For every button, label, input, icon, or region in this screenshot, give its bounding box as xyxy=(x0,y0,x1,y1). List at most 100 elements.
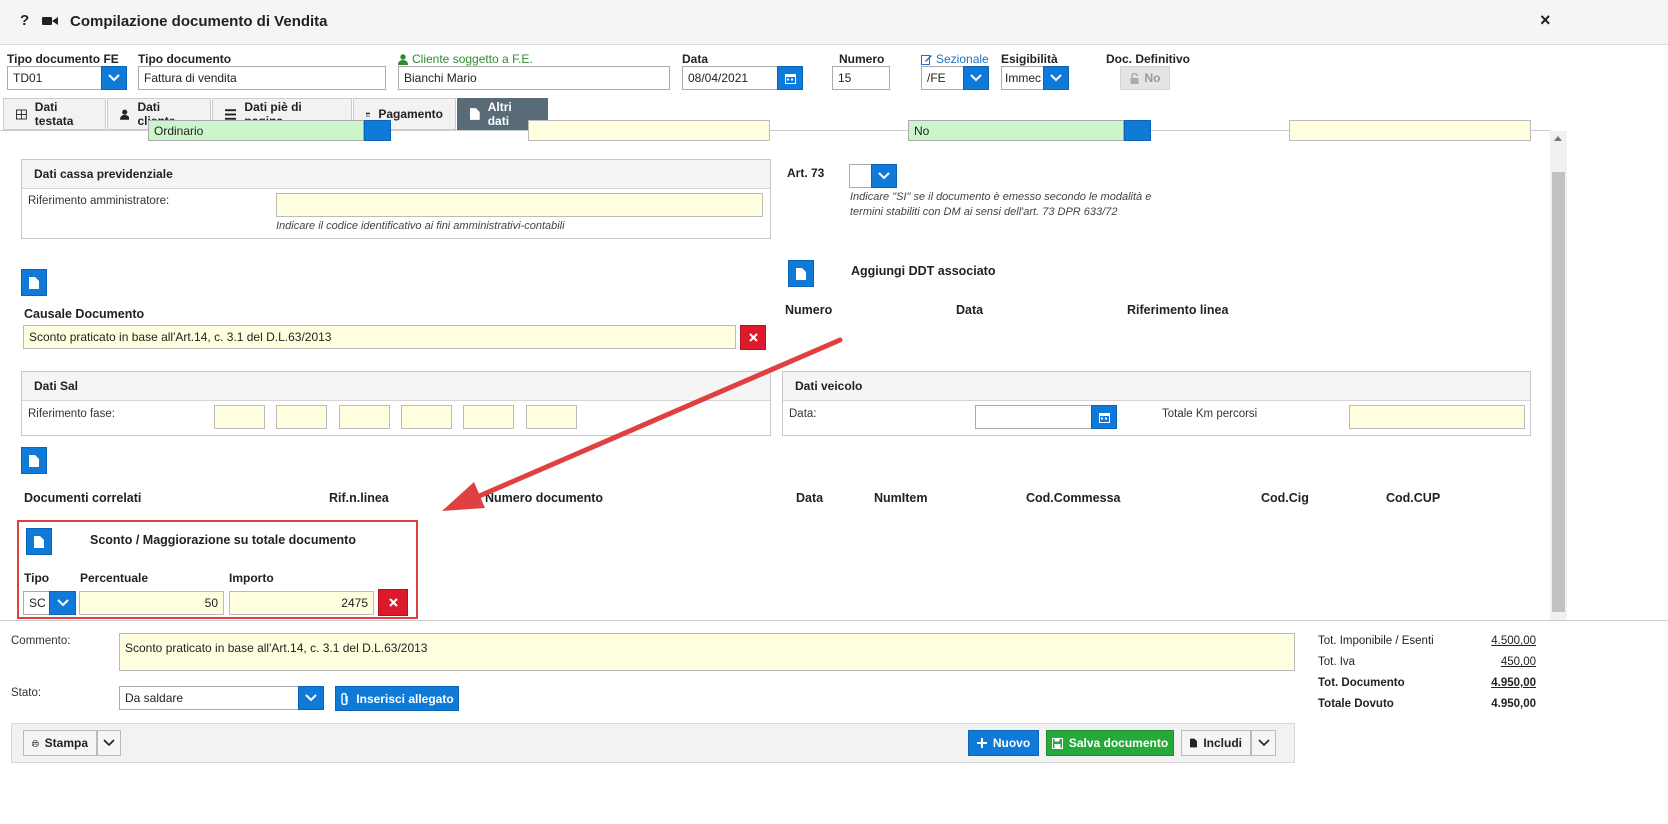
chevron-down-icon xyxy=(305,694,317,702)
chevron-down-icon xyxy=(1050,74,1062,82)
tipo-fe-label: Tipo documento FE xyxy=(7,52,119,66)
save-icon xyxy=(1051,737,1063,749)
salva-documento-button[interactable]: Salva documento xyxy=(1046,730,1174,756)
sal-fase-field-3[interactable] xyxy=(339,405,390,429)
sezionale-label: Sezionale xyxy=(936,52,989,66)
file-icon xyxy=(29,454,39,467)
inserisci-allegato-label: Inserisci allegato xyxy=(356,691,454,706)
chevron-down-icon xyxy=(970,74,982,82)
veicolo-data-field[interactable] xyxy=(975,405,1093,429)
cassa-rif-hint: Indicare il codice identificativo ai fin… xyxy=(276,220,565,232)
numero-field[interactable]: 15 xyxy=(832,66,890,90)
ddt-col-numero: Numero xyxy=(785,303,833,317)
art73-hint-1: Indicare "SI" se il documento è emesso s… xyxy=(850,191,1152,203)
calendar-button[interactable] xyxy=(777,66,803,90)
tot-iva-value[interactable]: 450,00 xyxy=(1470,656,1536,668)
add-correlato-button[interactable] xyxy=(21,447,47,474)
ddt-title: Aggiungi DDT associato xyxy=(851,264,996,278)
sconto-tipo-dropdown-button[interactable] xyxy=(49,591,76,615)
paperclip-icon xyxy=(341,692,348,705)
calendar-icon xyxy=(784,73,796,84)
stampa-dropdown-button[interactable] xyxy=(97,730,121,756)
printer-icon xyxy=(32,739,39,747)
correlati-col-cup: Cod.CUP xyxy=(1386,491,1441,505)
sal-rif-label: Riferimento fase: xyxy=(28,408,115,420)
salva-documento-label: Salva documento xyxy=(1068,736,1169,750)
remove-sconto-button[interactable] xyxy=(378,589,408,616)
data-field[interactable]: 08/04/2021 xyxy=(682,66,778,90)
sal-fase-field-2[interactable] xyxy=(276,405,327,429)
stato-label: Stato: xyxy=(11,687,42,699)
correlati-col-commessa: Cod.Commessa xyxy=(1026,491,1121,505)
tot-dovuto-value: 4.950,00 xyxy=(1491,698,1536,710)
tabs-bar xyxy=(0,96,1550,130)
sezionale-label-wrap[interactable]: Sezionale xyxy=(921,52,989,66)
tipo-doc-field[interactable]: Fattura di vendita xyxy=(138,66,386,90)
tipo-fe-select[interactable]: TD01 xyxy=(7,66,102,90)
veicolo-calendar-button[interactable] xyxy=(1091,405,1117,429)
esigibilita-dropdown-button[interactable] xyxy=(1043,66,1069,90)
close-icon xyxy=(388,598,398,607)
tot-iva-label: Tot. Iva xyxy=(1318,656,1356,668)
correlati-col-rif: Rif.n.linea xyxy=(329,491,389,505)
doc-definitivo-label: Doc. Definitivo xyxy=(1106,52,1191,66)
commento-field[interactable]: Sconto praticato in base all'Art.14, c. … xyxy=(119,633,1295,671)
stampa-label: Stampa xyxy=(44,736,88,750)
footer-divider xyxy=(0,620,1668,621)
cliente-field[interactable]: Bianchi Mario xyxy=(398,66,670,90)
annotation-arrow-icon xyxy=(442,337,843,511)
chevron-down-icon xyxy=(878,172,890,180)
stampa-button[interactable]: Stampa xyxy=(23,730,97,756)
causale-label: Causale Documento xyxy=(24,307,145,321)
nuovo-button[interactable]: Nuovo xyxy=(968,730,1039,756)
tot-imponibile-value[interactable]: 4.500,00 xyxy=(1470,635,1536,647)
stato-select[interactable]: Da saldare xyxy=(119,686,299,710)
close-button[interactable]: × xyxy=(1540,10,1551,31)
cassa-rif-label: Riferimento amministratore: xyxy=(28,195,170,207)
doc-definitivo-toggle[interactable]: No xyxy=(1120,66,1170,90)
includi-label: Includi xyxy=(1203,736,1242,750)
sal-fase-field-1[interactable] xyxy=(214,405,265,429)
help-icon[interactable]: ? xyxy=(20,12,29,29)
commento-label: Commento: xyxy=(11,635,71,647)
includi-dropdown-button[interactable] xyxy=(1251,730,1276,756)
art73-label: Art. 73 xyxy=(787,166,825,180)
sezionale-dropdown-button[interactable] xyxy=(963,66,989,90)
sezionale-select[interactable]: /FE xyxy=(921,66,965,90)
includi-button[interactable]: Includi xyxy=(1181,730,1251,756)
user-icon xyxy=(398,53,408,65)
chevron-down-icon xyxy=(56,599,69,607)
veicolo-km-field[interactable] xyxy=(1349,405,1525,429)
tot-dovuto-label: Totale Dovuto xyxy=(1318,698,1394,710)
art73-dropdown-button[interactable] xyxy=(871,164,897,188)
file-icon xyxy=(796,267,806,280)
add-ddt-button[interactable] xyxy=(788,260,814,287)
sconto-title: Sconto / Maggiorazione su totale documen… xyxy=(90,533,356,547)
inserisci-allegato-button[interactable]: Inserisci allegato xyxy=(335,686,459,711)
add-causale-button[interactable] xyxy=(21,269,47,296)
data-label: Data xyxy=(682,52,709,66)
sconto-perc-label: Percentuale xyxy=(80,571,149,585)
sconto-perc-field[interactable]: 50 xyxy=(79,591,224,615)
scrollbar-thumb[interactable] xyxy=(1552,172,1565,612)
esigibilita-select[interactable]: Immec xyxy=(1001,66,1045,90)
lock-icon xyxy=(1130,72,1138,84)
add-sconto-button[interactable] xyxy=(26,528,52,555)
video-icon[interactable] xyxy=(42,15,58,30)
correlati-col-numitem: NumItem xyxy=(874,491,928,505)
esigibilita-label: Esigibilità xyxy=(1001,52,1058,66)
file-icon xyxy=(29,276,39,289)
art73-select[interactable] xyxy=(849,164,873,188)
cassa-rif-field[interactable] xyxy=(276,193,763,217)
sconto-tipo-select[interactable]: SC xyxy=(23,591,50,615)
stato-dropdown-button[interactable] xyxy=(298,686,324,710)
veicolo-km-label: Totale Km percorsi xyxy=(1162,408,1258,420)
tot-documento-value[interactable]: 4.950,00 xyxy=(1470,677,1536,689)
scroll-up-arrow-icon[interactable] xyxy=(1554,136,1562,141)
file-icon xyxy=(34,535,44,548)
nuovo-label: Nuovo xyxy=(992,736,1031,750)
sconto-importo-field[interactable]: 2475 xyxy=(229,591,374,615)
cliente-label: Cliente soggetto a F.E. xyxy=(412,52,533,66)
numero-label: Numero xyxy=(839,52,885,66)
tipo-fe-dropdown-button[interactable] xyxy=(101,66,127,90)
